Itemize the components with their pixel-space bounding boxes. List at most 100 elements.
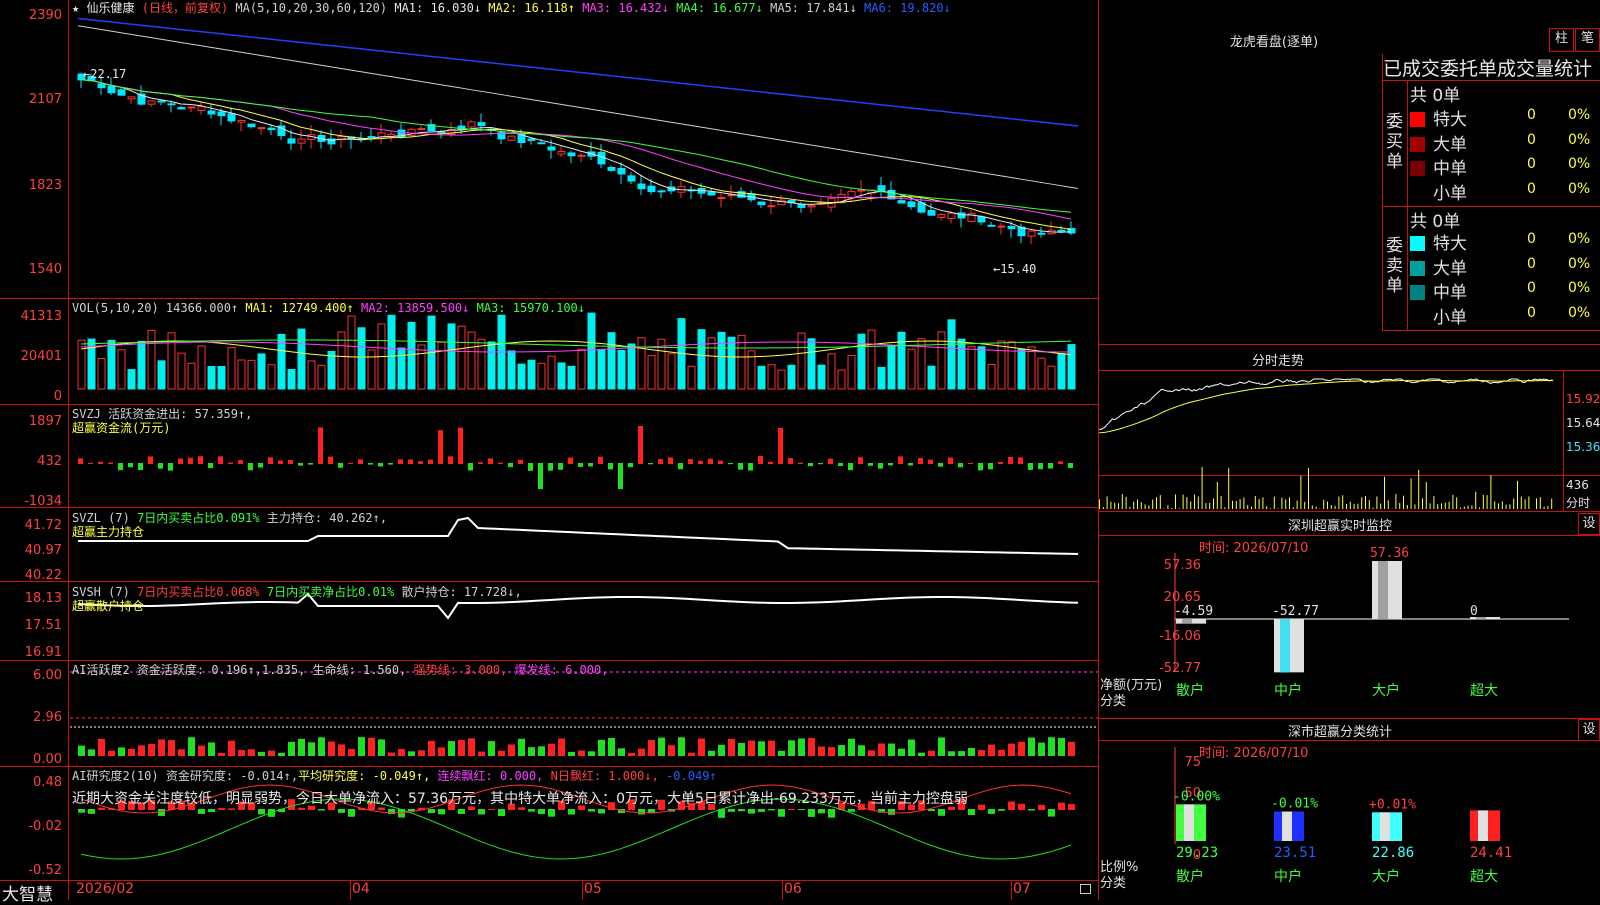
activity-bar xyxy=(898,749,905,756)
activity-bar xyxy=(318,737,325,756)
intraday-vol-bar xyxy=(1528,496,1529,509)
intraday-vol-bar xyxy=(1224,507,1225,509)
volume-bar xyxy=(728,337,735,389)
ai2-tick: -0.02 xyxy=(0,819,62,834)
activity-bar xyxy=(678,737,685,756)
activity-bar xyxy=(228,741,235,756)
research-bar xyxy=(1068,804,1075,810)
candle xyxy=(468,122,475,127)
volume-bar xyxy=(548,356,555,389)
volume-bar xyxy=(458,326,465,389)
flow-bar xyxy=(228,463,233,464)
candle xyxy=(1038,233,1045,234)
vol-ma3: MA3: 15970.100↓ xyxy=(477,301,585,315)
order-row: 特大00% xyxy=(1410,105,1600,130)
intraday-vol-bar xyxy=(1335,506,1336,509)
intraday-panel[interactable]: 分时走势 15.92 15.64 15.36 436 分时 xyxy=(1099,345,1600,511)
intraday-chart[interactable] xyxy=(1099,371,1563,511)
volume-bar xyxy=(238,360,245,389)
intraday-vol-bar xyxy=(1316,507,1317,509)
order-row: 中单00% xyxy=(1410,154,1600,179)
main-chart-area[interactable]: ★ 仙乐健康 (日线，前复权) MA(5,10,20,30,60,120) MA… xyxy=(0,0,1098,900)
flow-bar xyxy=(528,463,533,471)
tick-toggle-button[interactable]: 笔 xyxy=(1575,28,1600,52)
intraday-vol-bar xyxy=(1198,497,1199,509)
intraday-vol-bar xyxy=(1452,495,1453,509)
flow-bar xyxy=(748,463,753,471)
bar-toggle-button[interactable]: 柱 xyxy=(1549,28,1574,52)
svsh-tick: 17.51 xyxy=(0,618,62,633)
intraday-vol-bar xyxy=(1403,496,1404,509)
activity-bar xyxy=(378,739,385,756)
order-size-label: 大单 xyxy=(1433,259,1467,279)
color-swatch-icon xyxy=(1410,112,1425,127)
volume-bar xyxy=(828,354,835,389)
intraday-vol-bar xyxy=(1145,504,1146,509)
svzl-header: SVZL (7) 7日内买卖占比0.091% 主力持仓: 40.262↑, 超赢… xyxy=(72,511,387,539)
classify-bar-chart[interactable]: -0.00%29.23散户-0.01%23.51中户+0.01%22.86大户2… xyxy=(1099,719,1600,900)
activity-bar xyxy=(728,739,735,756)
flow-bar xyxy=(448,456,453,464)
period-label[interactable]: (日线，前复权) xyxy=(142,1,228,15)
intraday-vol-bar xyxy=(1236,501,1237,509)
research-bar xyxy=(728,809,735,812)
ma2-value: MA2: 16.118↑ xyxy=(488,1,575,15)
flow-bar xyxy=(728,463,733,464)
intraday-vol-bar xyxy=(1255,496,1256,509)
intraday-vol-bar xyxy=(1209,503,1210,509)
volume-bar xyxy=(448,324,455,389)
volume-bar xyxy=(838,370,845,389)
monitor-bar-stripe xyxy=(1378,561,1388,619)
intraday-price-tick: 15.36 xyxy=(1566,440,1600,454)
ai1-tick: 0.00 xyxy=(0,752,62,767)
longhu-title: 龙虎看盘(逐单) xyxy=(1099,31,1449,50)
activity-bar xyxy=(118,747,125,756)
date-tick: 05 xyxy=(584,881,602,897)
ai1-label: AI活跃度2 xyxy=(72,663,130,677)
ai1-strong: 强势线: 3.000, xyxy=(414,663,508,677)
flow-bar xyxy=(118,463,123,470)
volume-bar xyxy=(328,351,335,389)
volume-bar xyxy=(928,366,935,389)
volume-bar xyxy=(468,332,475,389)
activity-bar xyxy=(298,739,305,756)
research-bar xyxy=(298,808,305,810)
intraday-vol-bar xyxy=(1122,494,1123,509)
order-size-label: 中单 xyxy=(1433,283,1467,303)
flow-bar xyxy=(1018,457,1023,464)
volume-bar xyxy=(148,330,155,389)
color-swatch-icon xyxy=(1410,236,1425,251)
activity-bar xyxy=(508,744,515,756)
flow-bar xyxy=(518,460,523,464)
svzl-subtitle: 超赢主力持仓 xyxy=(72,525,387,539)
ai2-last: -0.049↑ xyxy=(666,769,717,783)
volume-bar xyxy=(228,348,235,389)
activity-bar xyxy=(238,750,245,756)
monitor-bar-chart[interactable]: -4.59散户-52.77中户57.36大户0超大 xyxy=(1099,511,1600,719)
volume-bar xyxy=(688,366,695,389)
candle xyxy=(858,190,865,191)
intraday-vol-bar xyxy=(1148,506,1149,509)
activity-bar xyxy=(198,746,205,756)
activity-bar xyxy=(818,747,825,756)
svzl-tick: 40.22 xyxy=(0,568,62,583)
ai-research-chart[interactable] xyxy=(70,767,1098,880)
flow-bar xyxy=(208,463,213,468)
intraday-vol-bar xyxy=(1456,497,1457,509)
intraday-vol-bar xyxy=(1460,508,1461,509)
svzl-tick: 40.97 xyxy=(0,543,62,558)
activity-bar xyxy=(498,751,505,756)
activity-bar xyxy=(338,744,345,756)
price-tick: 2390 xyxy=(0,8,62,23)
flow-bar xyxy=(928,460,933,464)
intraday-vol-bar xyxy=(1190,502,1191,509)
flow-bar xyxy=(398,459,403,464)
candlestick-chart[interactable] xyxy=(70,0,1098,298)
color-swatch-icon xyxy=(1410,310,1425,325)
candle xyxy=(538,143,545,144)
flow-bar xyxy=(878,463,883,469)
research-bar xyxy=(428,809,435,813)
star-icon[interactable]: ★ xyxy=(72,1,79,15)
volume-bar xyxy=(998,341,1005,389)
lock-icon[interactable] xyxy=(1080,884,1091,894)
